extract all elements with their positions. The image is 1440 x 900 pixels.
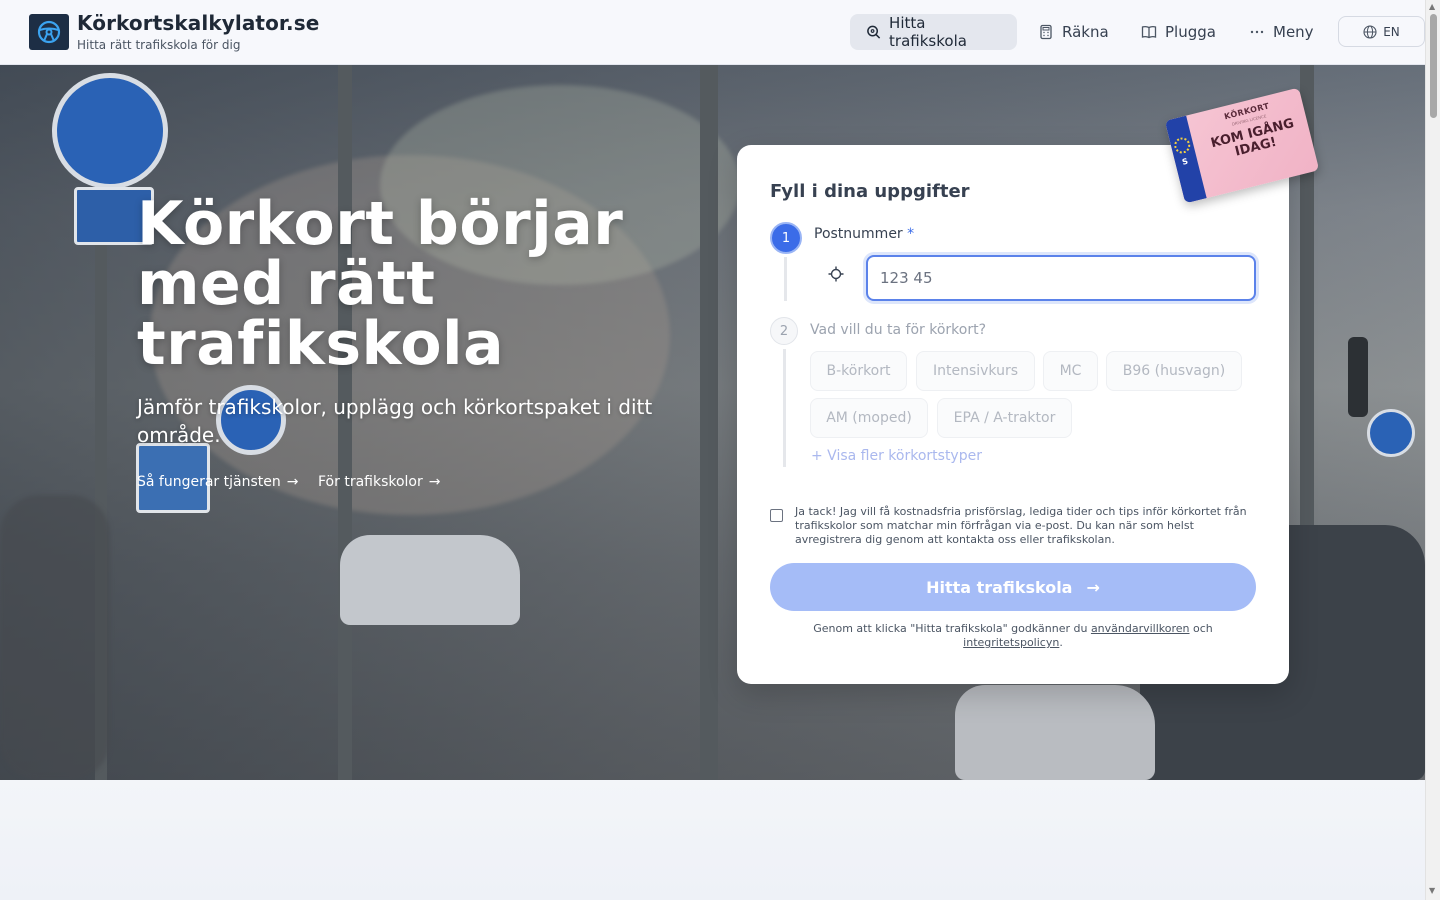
site-header: Körkortskalkylator.se Hitta rätt trafiks… bbox=[0, 0, 1425, 65]
legal-prefix: Genom att klicka "Hitta trafikskola" god… bbox=[813, 622, 1088, 635]
roundabout-sign bbox=[1367, 409, 1415, 457]
search-icon bbox=[867, 25, 881, 39]
for-driving-schools-link[interactable]: För trafikskolor → bbox=[318, 474, 441, 490]
license-option-b96[interactable]: B96 (husvagn) bbox=[1106, 351, 1242, 391]
step-connector bbox=[784, 257, 787, 301]
step-connector bbox=[783, 349, 786, 467]
postal-code-input[interactable] bbox=[866, 255, 1256, 301]
arrow-right-icon: → bbox=[428, 474, 441, 490]
legal-suffix: . bbox=[1059, 636, 1063, 649]
dots-icon bbox=[1250, 30, 1264, 34]
nav-rakna[interactable]: Räkna bbox=[1022, 14, 1125, 50]
license-option-b[interactable]: B-körkort bbox=[810, 351, 907, 391]
submit-label: Hitta trafikskola bbox=[926, 577, 1073, 597]
scroll-down-icon[interactable]: ▼ bbox=[1429, 886, 1435, 895]
link-label: Så fungerar tjänsten bbox=[137, 474, 281, 490]
hero-title: Körkort börjar med rätt trafikskola bbox=[137, 189, 624, 379]
consent-text: Ja tack! Jag vill få kostnadsfria prisfö… bbox=[795, 505, 1247, 546]
steering-wheel-icon bbox=[37, 20, 61, 44]
search-form-card: Fyll i dina uppgifter 1 Postnummer * 2 V… bbox=[737, 145, 1289, 684]
show-more-license-types[interactable]: + Visa fler körkortstyper bbox=[811, 448, 982, 464]
link-label: För trafikskolor bbox=[318, 474, 423, 490]
hero-subtitle: Jämför trafikskolor, upplägg och körkort… bbox=[137, 395, 653, 447]
terms-link[interactable]: användarvillkoren bbox=[1091, 622, 1190, 635]
nav-hitta-trafikskola[interactable]: Hitta trafikskola bbox=[850, 14, 1017, 50]
license-option-epa[interactable]: EPA / A-traktor bbox=[937, 398, 1072, 438]
legal-and: och bbox=[1193, 622, 1213, 635]
language-button[interactable]: EN bbox=[1338, 16, 1425, 47]
calculator-icon bbox=[1040, 24, 1052, 40]
nav-label: Plugga bbox=[1165, 23, 1216, 41]
postal-code-label-text: Postnummer bbox=[814, 226, 903, 242]
nav-label: Meny bbox=[1273, 23, 1314, 41]
globe-icon bbox=[1363, 24, 1377, 39]
consent-checkbox[interactable] bbox=[770, 509, 783, 522]
content-section bbox=[0, 780, 1425, 900]
scroll-thumb[interactable] bbox=[1430, 14, 1437, 118]
bus-sign bbox=[52, 73, 168, 189]
scroll-up-icon[interactable]: ▲ bbox=[1429, 2, 1435, 11]
license-option-am[interactable]: AM (moped) bbox=[810, 398, 928, 438]
step-2-indicator: 2 bbox=[770, 317, 798, 345]
privacy-link[interactable]: integritetspolicyn bbox=[963, 636, 1059, 649]
legal-notice: Genom att klicka "Hitta trafikskola" god… bbox=[770, 622, 1256, 650]
postal-code-label: Postnummer * bbox=[814, 226, 914, 242]
nav-meny[interactable]: Meny bbox=[1233, 14, 1330, 50]
arrow-right-icon: → bbox=[1086, 577, 1100, 597]
arrow-right-icon: → bbox=[286, 474, 299, 490]
bg-car bbox=[955, 685, 1155, 780]
bg-car bbox=[340, 535, 520, 625]
how-it-works-link[interactable]: Så fungerar tjänsten → bbox=[137, 474, 298, 490]
book-icon bbox=[1141, 25, 1157, 39]
bg-pole bbox=[700, 65, 718, 780]
nav-label: Räkna bbox=[1062, 23, 1109, 41]
language-label: EN bbox=[1383, 24, 1400, 39]
license-option-intensive[interactable]: Intensivkurs bbox=[916, 351, 1035, 391]
logo[interactable] bbox=[29, 14, 69, 50]
form-title: Fyll i dina uppgifter bbox=[770, 181, 970, 202]
license-option-mc[interactable]: MC bbox=[1043, 351, 1098, 391]
nav-plugga[interactable]: Plugga bbox=[1125, 14, 1232, 50]
brand-subtitle: Hitta rätt trafikskola för dig bbox=[77, 38, 241, 52]
brand-title[interactable]: Körkortskalkylator.se bbox=[77, 11, 319, 35]
crosshair-icon[interactable] bbox=[828, 266, 844, 282]
required-marker: * bbox=[907, 226, 915, 242]
license-type-question: Vad vill du ta för körkort? bbox=[810, 322, 987, 338]
submit-button[interactable]: Hitta trafikskola → bbox=[770, 563, 1256, 611]
traffic-light bbox=[1348, 337, 1368, 417]
nav-label: Hitta trafikskola bbox=[889, 14, 967, 50]
scrollbar[interactable]: ▲ ▼ bbox=[1425, 0, 1440, 900]
bg-bin bbox=[0, 495, 110, 780]
step-1-indicator: 1 bbox=[770, 222, 802, 254]
